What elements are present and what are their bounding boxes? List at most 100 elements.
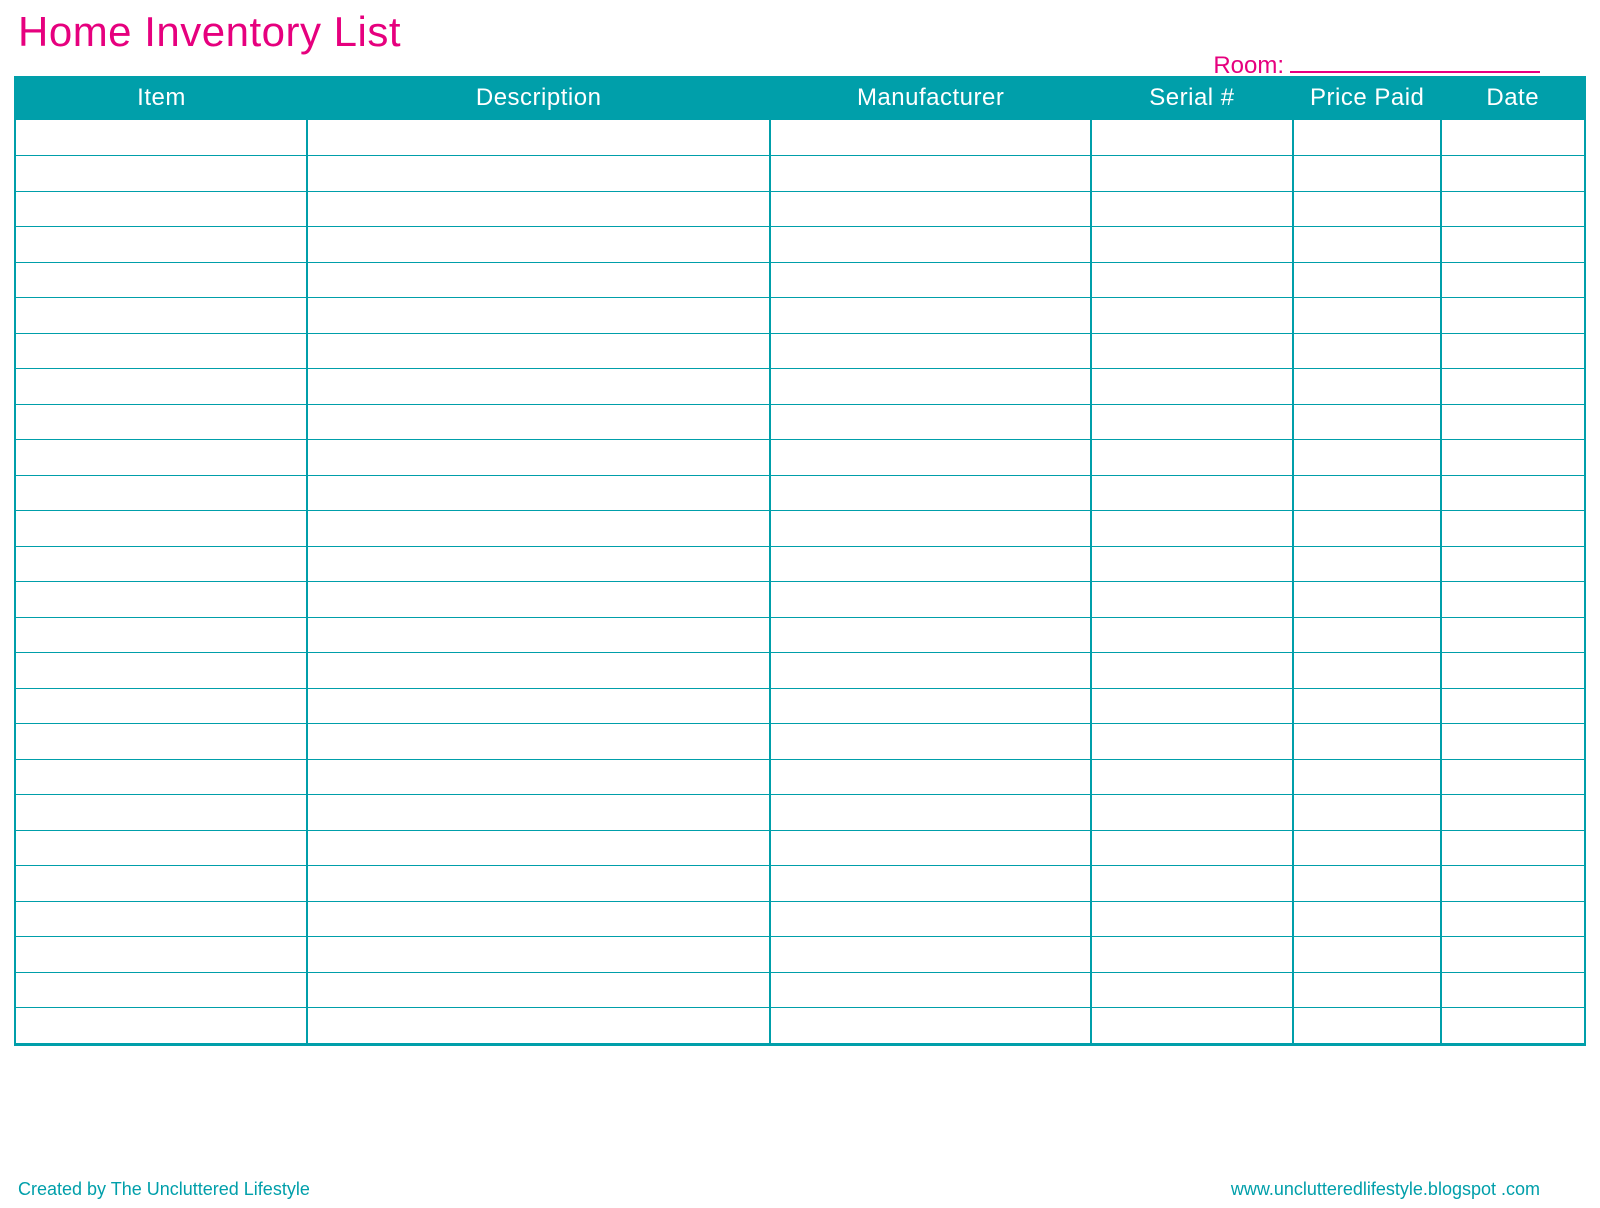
table-cell (1441, 795, 1584, 831)
table-cell (16, 795, 307, 831)
table-cell (1441, 830, 1584, 866)
table-cell (1091, 759, 1293, 795)
table-cell (770, 262, 1091, 298)
table-cell (16, 617, 307, 653)
table-cell (1293, 262, 1441, 298)
table-cell (770, 759, 1091, 795)
table-row (16, 795, 1584, 831)
table-cell (1441, 262, 1584, 298)
table-cell (1293, 759, 1441, 795)
table-cell (16, 724, 307, 760)
table-cell (16, 404, 307, 440)
table-cell (1091, 901, 1293, 937)
table-cell (1293, 688, 1441, 724)
table-cell (1441, 653, 1584, 689)
table-cell (1441, 333, 1584, 369)
table-cell (1441, 617, 1584, 653)
table-cell (1441, 1008, 1584, 1044)
inventory-table-wrap: Item Description Manufacturer Serial # P… (14, 76, 1586, 1046)
table-cell (1091, 333, 1293, 369)
table-cell (1293, 546, 1441, 582)
table-cell (307, 191, 770, 227)
table-cell (16, 901, 307, 937)
table-cell (1293, 1008, 1441, 1044)
footer-credit: Created by The Uncluttered Lifestyle (18, 1179, 310, 1200)
table-cell (1293, 937, 1441, 973)
table-cell (16, 369, 307, 405)
table-cell (307, 866, 770, 902)
table-row (16, 972, 1584, 1008)
table-cell (770, 972, 1091, 1008)
table-cell (1091, 262, 1293, 298)
table-cell (1091, 972, 1293, 1008)
footer: Created by The Uncluttered Lifestyle www… (18, 1179, 1540, 1200)
table-cell (307, 546, 770, 582)
table-cell (307, 404, 770, 440)
table-cell (16, 440, 307, 476)
table-cell (1091, 653, 1293, 689)
table-row (16, 191, 1584, 227)
table-cell (1441, 298, 1584, 334)
table-cell (307, 972, 770, 1008)
table-cell (1293, 582, 1441, 618)
table-cell (1293, 830, 1441, 866)
table-cell (16, 759, 307, 795)
col-header-price: Price Paid (1293, 78, 1441, 120)
table-cell (1441, 404, 1584, 440)
table-cell (16, 156, 307, 192)
table-cell (1441, 191, 1584, 227)
table-cell (1293, 369, 1441, 405)
table-row (16, 333, 1584, 369)
table-cell (1441, 546, 1584, 582)
table-cell (1441, 511, 1584, 547)
table-cell (1441, 475, 1584, 511)
table-cell (1293, 475, 1441, 511)
table-row (16, 156, 1584, 192)
table-cell (1091, 582, 1293, 618)
table-row (16, 937, 1584, 973)
table-cell (307, 617, 770, 653)
col-header-date: Date (1441, 78, 1584, 120)
table-cell (307, 440, 770, 476)
table-cell (770, 156, 1091, 192)
table-cell (1091, 546, 1293, 582)
table-row (16, 830, 1584, 866)
table-cell (1091, 120, 1293, 156)
table-cell (770, 440, 1091, 476)
table-cell (16, 191, 307, 227)
table-cell (1441, 582, 1584, 618)
table-row (16, 759, 1584, 795)
col-header-serial: Serial # (1091, 78, 1293, 120)
table-cell (1293, 298, 1441, 334)
table-row (16, 582, 1584, 618)
table-row (16, 475, 1584, 511)
table-cell (1441, 937, 1584, 973)
table-cell (1293, 724, 1441, 760)
table-cell (1091, 191, 1293, 227)
table-cell (307, 582, 770, 618)
table-cell (1293, 404, 1441, 440)
table-cell (16, 262, 307, 298)
table-row (16, 617, 1584, 653)
table-cell (16, 653, 307, 689)
table-cell (307, 333, 770, 369)
table-row (16, 120, 1584, 156)
table-cell (307, 937, 770, 973)
table-cell (16, 298, 307, 334)
table-cell (307, 120, 770, 156)
table-cell (307, 795, 770, 831)
table-cell (1293, 795, 1441, 831)
table-cell (1441, 120, 1584, 156)
table-cell (1091, 795, 1293, 831)
table-cell (1441, 369, 1584, 405)
table-cell (307, 759, 770, 795)
table-cell (1441, 440, 1584, 476)
table-cell (16, 333, 307, 369)
table-cell (307, 901, 770, 937)
table-row (16, 901, 1584, 937)
table-row (16, 227, 1584, 263)
table-cell (307, 227, 770, 263)
table-cell (770, 937, 1091, 973)
table-cell (1091, 404, 1293, 440)
table-cell (1441, 759, 1584, 795)
